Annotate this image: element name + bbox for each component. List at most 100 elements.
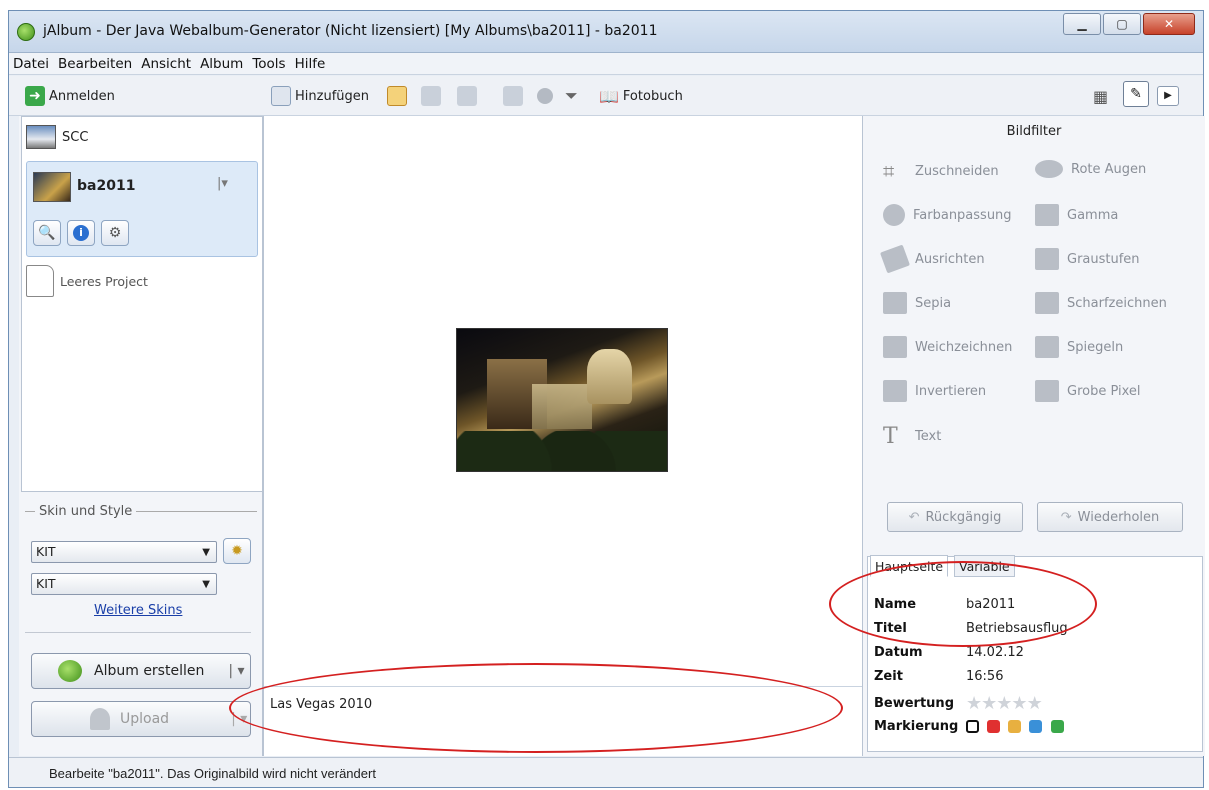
style-select[interactable]: KIT ▼ bbox=[31, 573, 217, 595]
zoom-button[interactable]: 🔍 bbox=[33, 220, 61, 246]
filter-crop[interactable]: ⌗ Zuschneiden bbox=[883, 160, 999, 182]
blur-icon bbox=[883, 336, 907, 358]
star-icon[interactable]: ★ bbox=[981, 693, 997, 714]
prop-value[interactable]: 14.02.12 bbox=[966, 645, 1024, 660]
undo-button[interactable]: ↶ Rückgängig bbox=[887, 502, 1023, 532]
prop-value[interactable]: 16:56 bbox=[966, 669, 1003, 684]
edit-view-button[interactable]: ✎ bbox=[1123, 81, 1149, 107]
style-select-value: KIT bbox=[36, 576, 56, 591]
grayscale-icon bbox=[1035, 248, 1059, 270]
caption-text: Las Vegas 2010 bbox=[270, 697, 373, 712]
rating-stars[interactable]: ★★★★★ bbox=[966, 693, 1043, 714]
album-scc[interactable]: SCC bbox=[26, 125, 88, 149]
filter-blur-label: Weichzeichnen bbox=[915, 339, 1013, 355]
menu-tools[interactable]: Tools bbox=[252, 56, 285, 72]
skin-select[interactable]: KIT ▼ bbox=[31, 541, 217, 563]
filter-blur[interactable]: Weichzeichnen bbox=[883, 336, 1012, 358]
filter-gamma[interactable]: Gamma bbox=[1035, 204, 1118, 226]
grid-view-button[interactable]: ▦ bbox=[1093, 84, 1108, 108]
undo-arrow-icon: ↶ bbox=[908, 509, 920, 525]
left-panel: SCC ba2011 |▾ 🔍 i ⚙ Leeres Project Skin … bbox=[19, 116, 263, 756]
settings-button[interactable]: ⚙ bbox=[101, 220, 129, 246]
filter-color-label: Farbanpassung bbox=[913, 207, 1012, 223]
marker-red-swatch[interactable] bbox=[987, 720, 1001, 733]
make-album-label: Album erstellen bbox=[94, 663, 205, 679]
filter-text[interactable]: T Text bbox=[883, 424, 941, 449]
up-button[interactable] bbox=[421, 84, 441, 108]
photobook-button[interactable]: 📖 Fotobuch bbox=[599, 84, 683, 108]
close-button[interactable]: ✕ bbox=[1143, 13, 1195, 35]
album-dropdown-button[interactable]: |▾ bbox=[217, 176, 228, 191]
filter-pixelate[interactable]: Grobe Pixel bbox=[1035, 380, 1141, 402]
star-icon[interactable]: ★ bbox=[1011, 693, 1027, 714]
add-button[interactable]: Hinzufügen bbox=[271, 84, 369, 108]
album-ba2011-selected[interactable]: ba2011 |▾ 🔍 i ⚙ bbox=[26, 161, 258, 257]
prop-value[interactable]: Betriebsausflug bbox=[966, 621, 1068, 636]
marker-orange-swatch[interactable] bbox=[1008, 720, 1022, 733]
new-folder-button[interactable] bbox=[387, 84, 407, 108]
marker-blue-swatch[interactable] bbox=[1029, 720, 1043, 733]
divider bbox=[25, 511, 35, 512]
minimize-button[interactable]: ▁ bbox=[1063, 13, 1101, 35]
slideshow-button[interactable]: ▶ bbox=[1157, 84, 1179, 108]
right-panel: Bildfilter ⌗ Zuschneiden Rote Augen Farba… bbox=[863, 116, 1205, 756]
filter-red-eye[interactable]: Rote Augen bbox=[1035, 160, 1146, 178]
rotate-right-button[interactable] bbox=[503, 84, 523, 108]
album-scc-label: SCC bbox=[62, 129, 89, 145]
image-preview[interactable] bbox=[456, 328, 668, 472]
make-album-button[interactable]: Album erstellen | ▾ bbox=[31, 653, 251, 689]
filter-text-label: Text bbox=[915, 429, 942, 444]
redo-button[interactable]: ↷ Wiederholen bbox=[1037, 502, 1183, 532]
menu-hilfe[interactable]: Hilfe bbox=[295, 56, 326, 72]
menu-datei[interactable]: Datei bbox=[13, 56, 49, 72]
filter-align-label: Ausrichten bbox=[915, 251, 985, 267]
tab-variable[interactable]: Variable bbox=[954, 555, 1015, 577]
login-button[interactable]: ➜ Anmelden bbox=[25, 84, 115, 108]
filter-sepia[interactable]: Sepia bbox=[883, 292, 951, 314]
login-arrow-icon: ➜ bbox=[25, 86, 45, 106]
star-icon[interactable]: ★ bbox=[996, 693, 1012, 714]
exclude-button[interactable] bbox=[537, 84, 553, 108]
star-icon[interactable]: ★ bbox=[966, 693, 982, 714]
marker-none-swatch[interactable] bbox=[966, 720, 979, 733]
upload-dropdown[interactable]: | ▾ bbox=[231, 711, 247, 727]
tab-hauptseite[interactable]: Hauptseite bbox=[870, 555, 949, 577]
menu-bearbeiten[interactable]: Bearbeiten bbox=[58, 56, 132, 72]
menu-ansicht[interactable]: Ansicht bbox=[141, 56, 191, 72]
filter-button[interactable]: ⏷ bbox=[565, 84, 578, 108]
filter-sharpen[interactable]: Scharfzeichnen bbox=[1035, 292, 1167, 314]
prop-key: Zeit bbox=[874, 669, 903, 684]
filter-mirror[interactable]: Spiegeln bbox=[1035, 336, 1123, 358]
menu-album[interactable]: Album bbox=[200, 56, 243, 72]
prop-name: Name ba2011 bbox=[874, 597, 1015, 612]
star-icon[interactable]: ★ bbox=[1027, 693, 1043, 714]
sepia-icon bbox=[883, 292, 907, 314]
more-skins-link[interactable]: Weitere Skins bbox=[94, 603, 182, 618]
empty-project[interactable]: Leeres Project bbox=[26, 265, 148, 297]
filter-invert[interactable]: Invertieren bbox=[883, 380, 986, 402]
skin-bug-icon: ✹ bbox=[231, 543, 243, 559]
filter-sharpen-label: Scharfzeichnen bbox=[1067, 295, 1167, 311]
rotate-left-button[interactable] bbox=[457, 84, 477, 108]
filter-align[interactable]: Ausrichten bbox=[879, 244, 985, 274]
upload-button[interactable]: Upload | ▾ bbox=[31, 701, 251, 737]
filter-color[interactable]: Farbanpassung bbox=[883, 204, 1012, 226]
filter-grayscale[interactable]: Graustufen bbox=[1035, 248, 1140, 270]
marker-green-swatch[interactable] bbox=[1050, 720, 1064, 733]
image-editor: Las Vegas 2010 bbox=[263, 116, 863, 756]
book-icon: 📖 bbox=[599, 86, 619, 106]
prop-value[interactable]: ba2011 bbox=[966, 597, 1015, 612]
prop-key: Bewertung bbox=[874, 696, 954, 711]
prop-time: Zeit 16:56 bbox=[874, 669, 1003, 684]
filter-funnel-icon: ⏷ bbox=[565, 86, 578, 105]
skin-settings-button[interactable]: ✹ bbox=[223, 538, 251, 564]
maximize-button[interactable]: ▢ bbox=[1103, 13, 1141, 35]
prop-rating: Bewertung ★★★★★ bbox=[874, 693, 1043, 714]
album-thumbnail bbox=[33, 172, 71, 202]
info-button[interactable]: i bbox=[67, 220, 95, 246]
window-controls: ▁ ▢ ✕ bbox=[1063, 13, 1195, 35]
invert-icon bbox=[883, 380, 907, 402]
make-album-dropdown[interactable]: | ▾ bbox=[228, 663, 244, 679]
caption-field[interactable]: Las Vegas 2010 bbox=[264, 686, 862, 756]
prop-date: Datum 14.02.12 bbox=[874, 645, 1024, 660]
